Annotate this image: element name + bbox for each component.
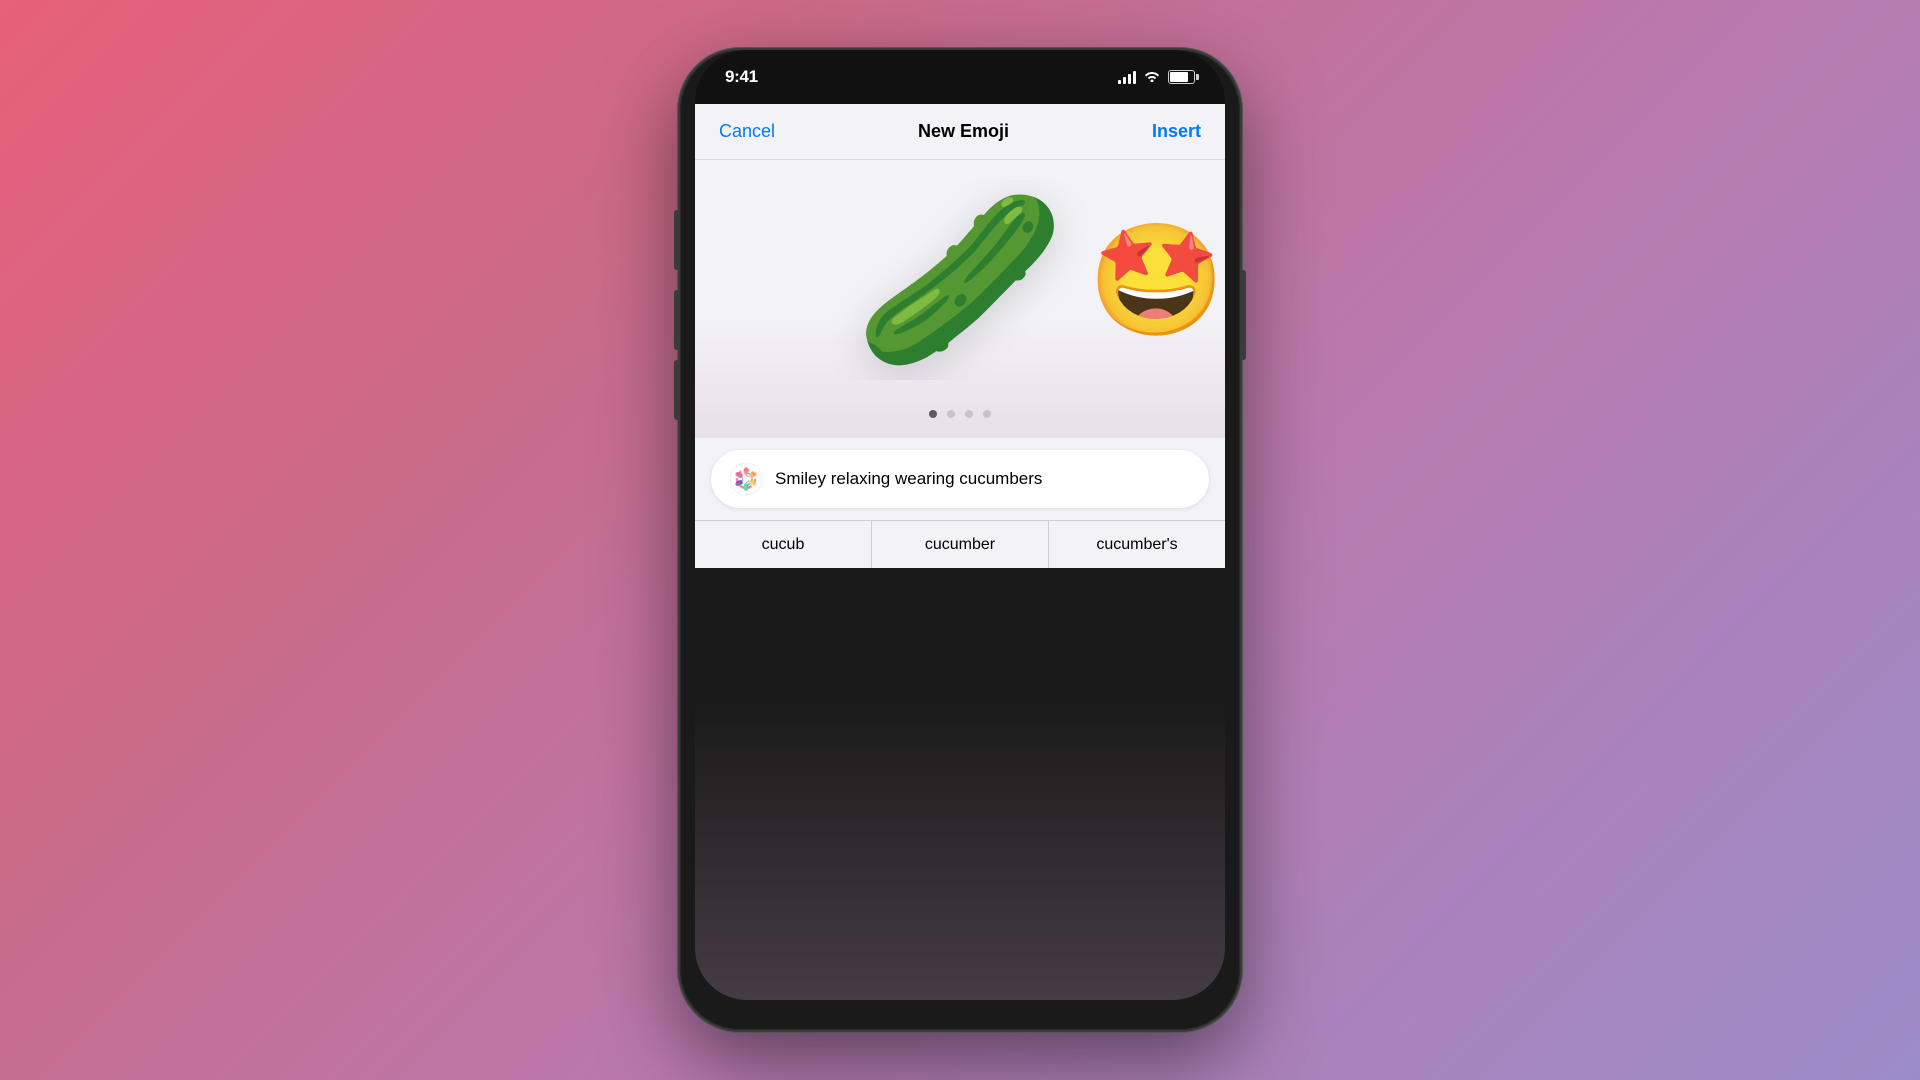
autocomplete-cucub[interactable]: cucub: [695, 521, 872, 568]
status-time: 9:41: [725, 67, 758, 87]
page-dots: [929, 410, 991, 418]
page-dot-4[interactable]: [983, 410, 991, 418]
emoji-main-container: 🥒🤩: [695, 180, 1225, 380]
status-bar: 9:41: [695, 50, 1225, 104]
page-dot-1[interactable]: [929, 410, 937, 418]
wifi-icon: [1144, 69, 1160, 85]
main-emoji-display: 🥒: [854, 180, 1066, 380]
nav-title: New Emoji: [918, 121, 1009, 142]
page-dot-3[interactable]: [965, 410, 973, 418]
nav-bar: Cancel New Emoji Insert: [695, 104, 1225, 160]
input-area: Smiley relaxing wearing cucumbers: [695, 438, 1225, 520]
dynamic-island: [900, 60, 1020, 94]
search-input-wrapper[interactable]: Smiley relaxing wearing cucumbers: [711, 450, 1209, 508]
phone-device: 9:41 Cancel New Emoji: [680, 50, 1240, 1030]
battery-icon: [1168, 70, 1195, 84]
autocomplete-bar: cucub cucumber cucumber's: [695, 520, 1225, 568]
cancel-button[interactable]: Cancel: [719, 121, 775, 142]
page-dot-2[interactable]: [947, 410, 955, 418]
signal-bars-icon: [1118, 70, 1136, 84]
autocomplete-cucumber[interactable]: cucumber: [872, 521, 1049, 568]
status-icons: [1118, 69, 1195, 85]
lower-background: [695, 700, 1225, 1000]
side-emoji-display: 🤩: [1088, 216, 1225, 345]
apple-intelligence-icon: [729, 462, 763, 496]
phone-content: Cancel New Emoji Insert 🥒🤩: [695, 104, 1225, 568]
autocomplete-cucumbers[interactable]: cucumber's: [1049, 521, 1225, 568]
carousel-area: 🥒🤩: [695, 160, 1225, 438]
phone-screen: 9:41 Cancel New Emoji: [695, 50, 1225, 1000]
search-input-text: Smiley relaxing wearing cucumbers: [775, 469, 1042, 489]
insert-button[interactable]: Insert: [1152, 121, 1201, 142]
